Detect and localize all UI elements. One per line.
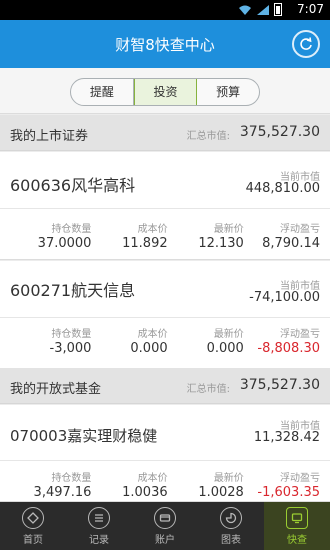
stat-label: 最新价 (213, 329, 244, 340)
stat-label: 持仓数量 (51, 224, 92, 235)
section-header-open-funds: 我的开放式基金 汇总市值: 375,527.30 (0, 368, 330, 404)
section-header-listed-securities: 我的上市证券 汇总市值: 375,527.30 (0, 115, 330, 151)
tab-budget[interactable]: 预算 (197, 79, 259, 105)
card-icon (154, 507, 176, 529)
stat-latest-price: 最新价 1.0028 (168, 469, 244, 500)
holding-stats: 持仓数量 37.0000 成本价 11.892 最新价 12.130 浮动盈亏 8,79… (0, 220, 320, 251)
stat-cost-price: 成本价 1.0036 (91, 469, 168, 500)
stat-value: 37.0000 (37, 236, 92, 251)
stat-label: 最新价 (213, 473, 244, 484)
tab-label: 快查 (287, 535, 307, 546)
stat-value: 11.892 (122, 236, 168, 251)
stat-label: 持仓数量 (51, 329, 92, 340)
stat-floating-pnl: 浮动盈亏 -1,603.35 (244, 469, 320, 500)
section-title: 我的开放式基金 (10, 382, 102, 397)
stat-value: 1.0028 (198, 485, 244, 500)
holding-stats: 持仓数量 -3,000 成本价 0.000 最新价 0.000 浮动盈亏 -8,808.… (0, 325, 320, 356)
stat-floating-pnl: 浮动盈亏 -8,808.30 (244, 325, 320, 356)
stat-label: 浮动盈亏 (280, 329, 320, 340)
tab-label: 账户 (155, 535, 175, 546)
pie-chart-icon (220, 507, 242, 529)
tab-label: 图表 (221, 535, 241, 546)
stat-quantity: 持仓数量 37.0000 (0, 220, 92, 251)
stat-label: 持仓数量 (51, 473, 92, 484)
home-icon (22, 507, 44, 529)
tab-investment[interactable]: 投资 (133, 79, 198, 105)
bottom-tab-bar: 首页 记录 账户 图表 快查 (0, 502, 330, 550)
stat-label: 成本价 (137, 329, 168, 340)
stat-cost-price: 成本价 11.892 (91, 220, 168, 251)
stat-value: -8,808.30 (257, 341, 320, 356)
holding-stats: 持仓数量 3,497.16 成本价 1.0036 最新价 1.0028 浮动盈亏 -1,… (0, 469, 320, 500)
total-value: 375,527.30 (239, 124, 320, 140)
title-bar: 财智8快查中心 (0, 20, 330, 68)
card-divider (0, 208, 330, 209)
stat-latest-price: 最新价 0.000 (168, 325, 244, 356)
total-value-label: 汇总市值: (186, 131, 230, 142)
holding-card[interactable]: 600636风华高科 当前市值 448,810.00 持仓数量 37.0000 成… (0, 152, 330, 260)
battery-icon (274, 3, 282, 16)
tab-charts[interactable]: 图表 (198, 502, 264, 550)
holding-card[interactable]: 600271航天信息 当前市值 -74,100.00 持仓数量 -3,000 成本… (0, 261, 330, 369)
stat-floating-pnl: 浮动盈亏 8,790.14 (244, 220, 320, 251)
stat-quantity: 持仓数量 -3,000 (0, 325, 92, 356)
card-divider (0, 460, 330, 461)
holding-card[interactable]: 070003嘉实理财稳健 当前市值 11,328.42 持仓数量 3,497.16… (0, 405, 330, 502)
tab-home[interactable]: 首页 (0, 502, 66, 550)
signal-icon (257, 4, 269, 15)
refresh-button[interactable] (292, 30, 320, 58)
monitor-icon (286, 507, 308, 529)
status-time: 7:07 (297, 2, 324, 16)
list-icon (88, 507, 110, 529)
stat-label: 浮动盈亏 (280, 224, 320, 235)
stat-latest-price: 最新价 12.130 (168, 220, 244, 251)
holding-name: 600636风华高科 (10, 176, 136, 195)
stat-value: 1.0036 (122, 485, 168, 500)
section-title: 我的上市证券 (10, 129, 89, 144)
refresh-icon (300, 37, 312, 50)
tab-records[interactable]: 记录 (66, 502, 132, 550)
status-icons (238, 3, 282, 16)
market-value: 11,328.42 (253, 430, 320, 445)
total-value: 375,527.30 (239, 377, 320, 393)
segmented-control: 提醒 投资 预算 (70, 78, 260, 106)
total-value-label: 汇总市值: (186, 384, 230, 395)
page-title: 财智8快查中心 (115, 36, 215, 54)
market-value: 448,810.00 (245, 181, 320, 196)
status-bar: 7:07 (0, 0, 330, 20)
card-divider (0, 317, 330, 318)
stat-label: 浮动盈亏 (280, 473, 320, 484)
segment-bar: 提醒 投资 预算 (0, 68, 330, 114)
stat-quantity: 持仓数量 3,497.16 (0, 469, 92, 500)
tab-accounts[interactable]: 账户 (132, 502, 198, 550)
stat-label: 成本价 (137, 224, 168, 235)
tab-label: 记录 (89, 535, 109, 546)
market-value: -74,100.00 (249, 290, 320, 305)
stat-label: 成本价 (137, 473, 168, 484)
stat-value: 12.130 (198, 236, 244, 251)
tab-label: 首页 (23, 535, 43, 546)
stat-value: 8,790.14 (262, 236, 320, 251)
stat-value: 0.000 (130, 341, 168, 356)
stat-value: 0.000 (206, 341, 244, 356)
stat-cost-price: 成本价 0.000 (91, 325, 167, 356)
stat-value: -3,000 (49, 341, 92, 356)
stat-value: -1,603.35 (257, 485, 320, 500)
holding-name: 070003嘉实理财稳健 (10, 427, 158, 445)
wifi-icon (239, 5, 251, 15)
tab-reminder[interactable]: 提醒 (71, 79, 134, 105)
holding-name: 600271航天信息 (10, 281, 136, 300)
stat-value: 3,497.16 (33, 485, 92, 500)
tab-quick-check[interactable]: 快查 (264, 502, 330, 550)
stat-label: 最新价 (213, 224, 244, 235)
